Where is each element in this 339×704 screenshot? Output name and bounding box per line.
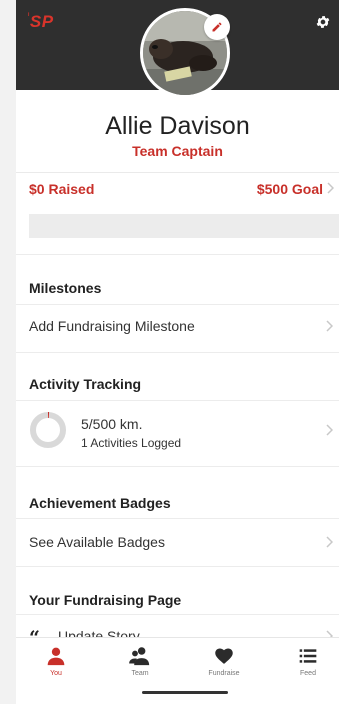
- profile-role: Team Captain: [132, 143, 223, 159]
- activity-progress-ring: [30, 412, 66, 448]
- tab-label: Feed: [300, 670, 316, 677]
- tab-team[interactable]: Team: [110, 646, 170, 677]
- section-divider: [16, 304, 339, 305]
- tab-label: Team: [131, 670, 149, 677]
- home-indicator: [142, 691, 228, 694]
- add-milestone-link[interactable]: Add Fundraising Milestone: [29, 318, 195, 334]
- profile-name: Allie Davison: [105, 112, 250, 140]
- gear-icon[interactable]: [315, 14, 331, 30]
- milestones-title: Milestones: [29, 280, 102, 296]
- tab-label: You: [50, 670, 62, 677]
- activity-distance: 5/500 km.: [81, 416, 143, 432]
- heart-icon: [215, 648, 233, 664]
- section-divider: [16, 466, 339, 467]
- app-logo: iSP: [28, 12, 54, 32]
- person-icon: [47, 647, 65, 666]
- tab-you[interactable]: You: [26, 646, 86, 677]
- list-icon: [299, 649, 317, 663]
- see-badges-link[interactable]: See Available Badges: [29, 534, 165, 550]
- section-divider: [16, 518, 339, 519]
- logo-text: SP: [29, 12, 54, 31]
- activity-tracking-title: Activity Tracking: [29, 376, 142, 392]
- chevron-right-icon: [326, 536, 333, 548]
- tab-feed[interactable]: Feed: [278, 646, 338, 677]
- fundraising-goal: $500 Goal: [256, 181, 323, 197]
- tab-fundraise[interactable]: Fundraise: [194, 646, 254, 677]
- profile-avatar-container: [140, 8, 230, 98]
- section-divider: [16, 566, 339, 567]
- tab-label: Fundraise: [208, 670, 240, 677]
- activities-logged: 1 Activities Logged: [81, 436, 182, 450]
- fundraising-page-title: Your Fundraising Page: [29, 592, 182, 608]
- chevron-right-icon[interactable]: [326, 424, 333, 436]
- pencil-icon: [212, 22, 222, 32]
- amount-raised: $0 Raised: [29, 181, 95, 197]
- edit-avatar-button[interactable]: [204, 14, 230, 40]
- section-divider: [16, 400, 339, 401]
- bottom-tab-bar: You Team Fundraise Feed: [16, 637, 339, 704]
- fundraising-progress-bar: [29, 214, 339, 238]
- chevron-right-icon: [327, 182, 334, 194]
- chevron-right-icon: [326, 320, 333, 332]
- team-icon: [129, 647, 150, 666]
- achievement-badges-title: Achievement Badges: [29, 495, 171, 511]
- section-divider: [16, 352, 339, 353]
- screen-frame: iSP Allie Davison Team Captain $0 Raised…: [0, 0, 339, 704]
- section-divider: [16, 614, 339, 615]
- app-screen: iSP Allie Davison Team Captain $0 Raised…: [16, 0, 339, 704]
- section-divider: [16, 254, 339, 255]
- fundraising-summary-row[interactable]: $0 Raised $500 Goal: [16, 172, 339, 202]
